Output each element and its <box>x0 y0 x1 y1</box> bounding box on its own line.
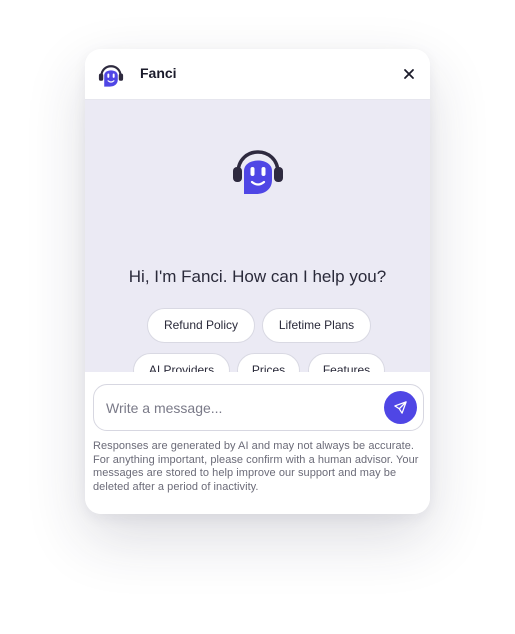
chat-title: Fanci <box>140 65 177 81</box>
robot-headset-icon <box>233 150 283 194</box>
suggestion-lifetime-plans[interactable]: Lifetime Plans <box>262 308 371 343</box>
greeting-text: Hi, I'm Fanci. How can I help you? <box>128 267 387 286</box>
send-button[interactable] <box>384 391 417 424</box>
close-icon[interactable] <box>398 63 420 85</box>
message-composer: Responses are generated by AI and may no… <box>85 372 430 514</box>
ai-disclaimer: Responses are generated by AI and may no… <box>93 440 419 493</box>
suggestion-refund-policy[interactable]: Refund Policy <box>147 308 255 343</box>
send-icon <box>394 401 407 414</box>
page-stage: Fanci Hi, I'm Fanci. How can I help you?… <box>0 0 515 634</box>
message-input-container <box>93 384 424 431</box>
robot-headset-icon <box>98 65 124 87</box>
chat-header: Fanci <box>85 49 430 100</box>
message-input[interactable] <box>106 397 376 419</box>
chat-widget: Fanci Hi, I'm Fanci. How can I help you?… <box>85 49 430 514</box>
welcome-panel: Hi, I'm Fanci. How can I help you? Refun… <box>85 100 430 388</box>
